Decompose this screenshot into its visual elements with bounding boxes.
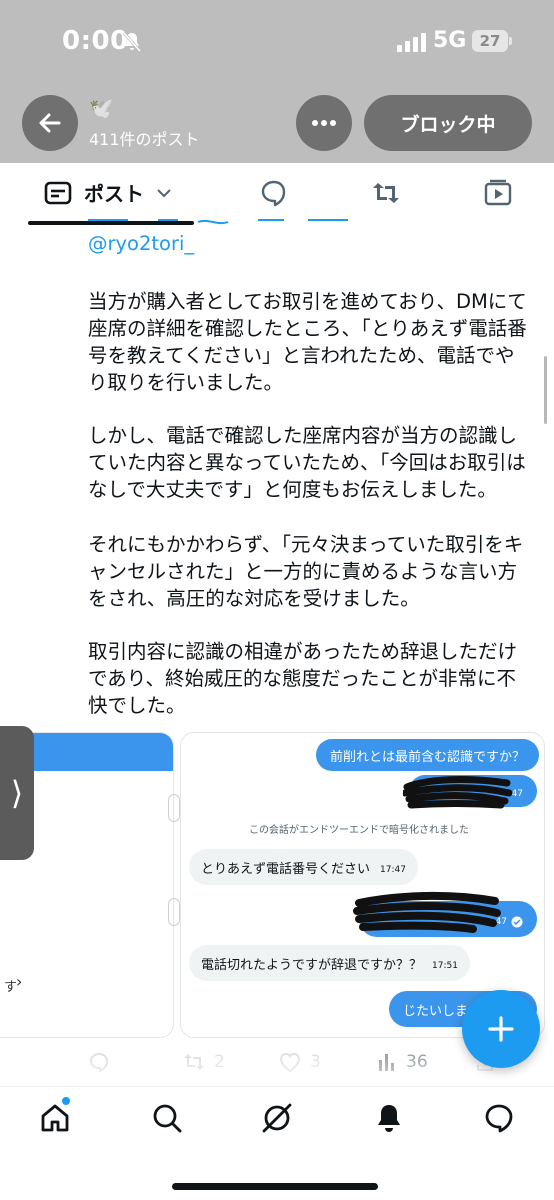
- profile-tabs: ポスト: [0, 163, 554, 225]
- dm-message-time: 17:47: [380, 865, 406, 875]
- post-list-icon: [44, 181, 72, 204]
- redaction-scribble: [353, 891, 501, 933]
- mention-link[interactable]: @ryo2tori_: [88, 232, 194, 255]
- dm-message-text: とりあえず電話番号ください: [201, 861, 371, 877]
- like-action[interactable]: 3: [278, 1051, 321, 1073]
- back-button[interactable]: [22, 95, 78, 151]
- bell-mute-icon: [122, 32, 142, 52]
- ellipsis-icon: [312, 120, 336, 126]
- views-action[interactable]: 36: [376, 1051, 428, 1073]
- reply-icon[interactable]: [258, 177, 290, 209]
- home-icon[interactable]: [38, 1101, 72, 1135]
- battery-tip: [509, 37, 512, 45]
- more-options-button[interactable]: [296, 95, 352, 151]
- dm-message-time: 17:51: [432, 961, 458, 971]
- like-count: 3: [310, 1052, 321, 1072]
- side-panel-handle[interactable]: ⟩: [0, 726, 34, 860]
- dm-message-outgoing: 前削れとは最前含む認識ですか？: [316, 739, 540, 771]
- messages-icon[interactable]: [482, 1101, 516, 1135]
- image-ring-decoration: [168, 794, 180, 822]
- chevron-right-icon: ›: [16, 972, 23, 991]
- dm-message-text: 電話切れたようですが辞退ですか？？: [201, 957, 423, 973]
- notification-dot: [62, 1097, 70, 1105]
- grok-icon[interactable]: [260, 1101, 294, 1135]
- reply-action[interactable]: [88, 1051, 110, 1073]
- arrow-left-icon: [39, 113, 61, 133]
- view-count: 36: [406, 1052, 428, 1072]
- plus-icon: [488, 1016, 514, 1042]
- blocked-button[interactable]: ブロック中: [364, 95, 532, 151]
- chevron-down-icon: [157, 188, 171, 197]
- post-paragraph: それにもかかわらず、「元々決まっていた取引をキャンセルされた」と一方的に責めるよ…: [88, 533, 524, 610]
- heart-icon: [279, 1053, 301, 1073]
- tab-posts-label: ポスト: [84, 182, 144, 206]
- video-icon[interactable]: [482, 177, 514, 209]
- post-paragraph: 取引内容に認識の相違があったため辞退しただけであり、終始威圧的な態度だったことが…: [88, 640, 518, 717]
- image-ring-decoration: [168, 898, 180, 926]
- dm-message-incoming: 電話切れたようですが辞退ですか？？ 17:51: [189, 945, 470, 981]
- status-time: 0:00: [62, 26, 129, 56]
- dm-message-incoming: とりあえず電話番号ください 17:47: [189, 849, 418, 885]
- read-check-icon: [511, 916, 523, 928]
- dm-message-time: 47: [511, 789, 523, 799]
- repost-icon: [184, 1054, 204, 1070]
- battery-indicator: 27: [472, 30, 508, 52]
- signal-icon: [397, 33, 426, 52]
- repost-icon[interactable]: [370, 177, 402, 209]
- reply-icon: [89, 1052, 109, 1073]
- compose-post-button[interactable]: [462, 990, 540, 1068]
- tab-posts[interactable]: ポスト: [44, 178, 172, 207]
- encryption-notice: この会話がエンドツーエンドで暗号化されました: [249, 825, 469, 836]
- bottom-navigation: [0, 1086, 554, 1200]
- chevron-right-icon: ⟩: [10, 774, 24, 812]
- network-label: 5G: [433, 28, 467, 53]
- post-count: 411件のポスト: [89, 130, 200, 149]
- repost-action[interactable]: 2: [182, 1051, 225, 1073]
- post-paragraph: 当方が購入者としてお取引を進めており、DMにて座席の詳細を確認したところ、「とり…: [88, 290, 527, 394]
- dm-message-text: 前削れとは最前含む認識ですか？: [330, 749, 526, 765]
- redaction-scribble: [403, 776, 513, 809]
- repost-count: 2: [214, 1052, 225, 1072]
- cutoff-text-line: [88, 219, 348, 225]
- dm-message-text: じたいしま: [403, 1003, 469, 1019]
- home-indicator: [172, 1183, 378, 1190]
- views-chart-icon: [379, 1054, 394, 1071]
- scrollbar-thumb[interactable]: [544, 356, 547, 424]
- bell-icon[interactable]: [372, 1101, 406, 1135]
- post-paragraph: しかし、電話で確認した座席内容が当方の認識していた内容と異なっていたため、「今回…: [88, 424, 526, 501]
- profile-emoji: 🕊️: [89, 96, 114, 120]
- search-icon[interactable]: [150, 1101, 184, 1135]
